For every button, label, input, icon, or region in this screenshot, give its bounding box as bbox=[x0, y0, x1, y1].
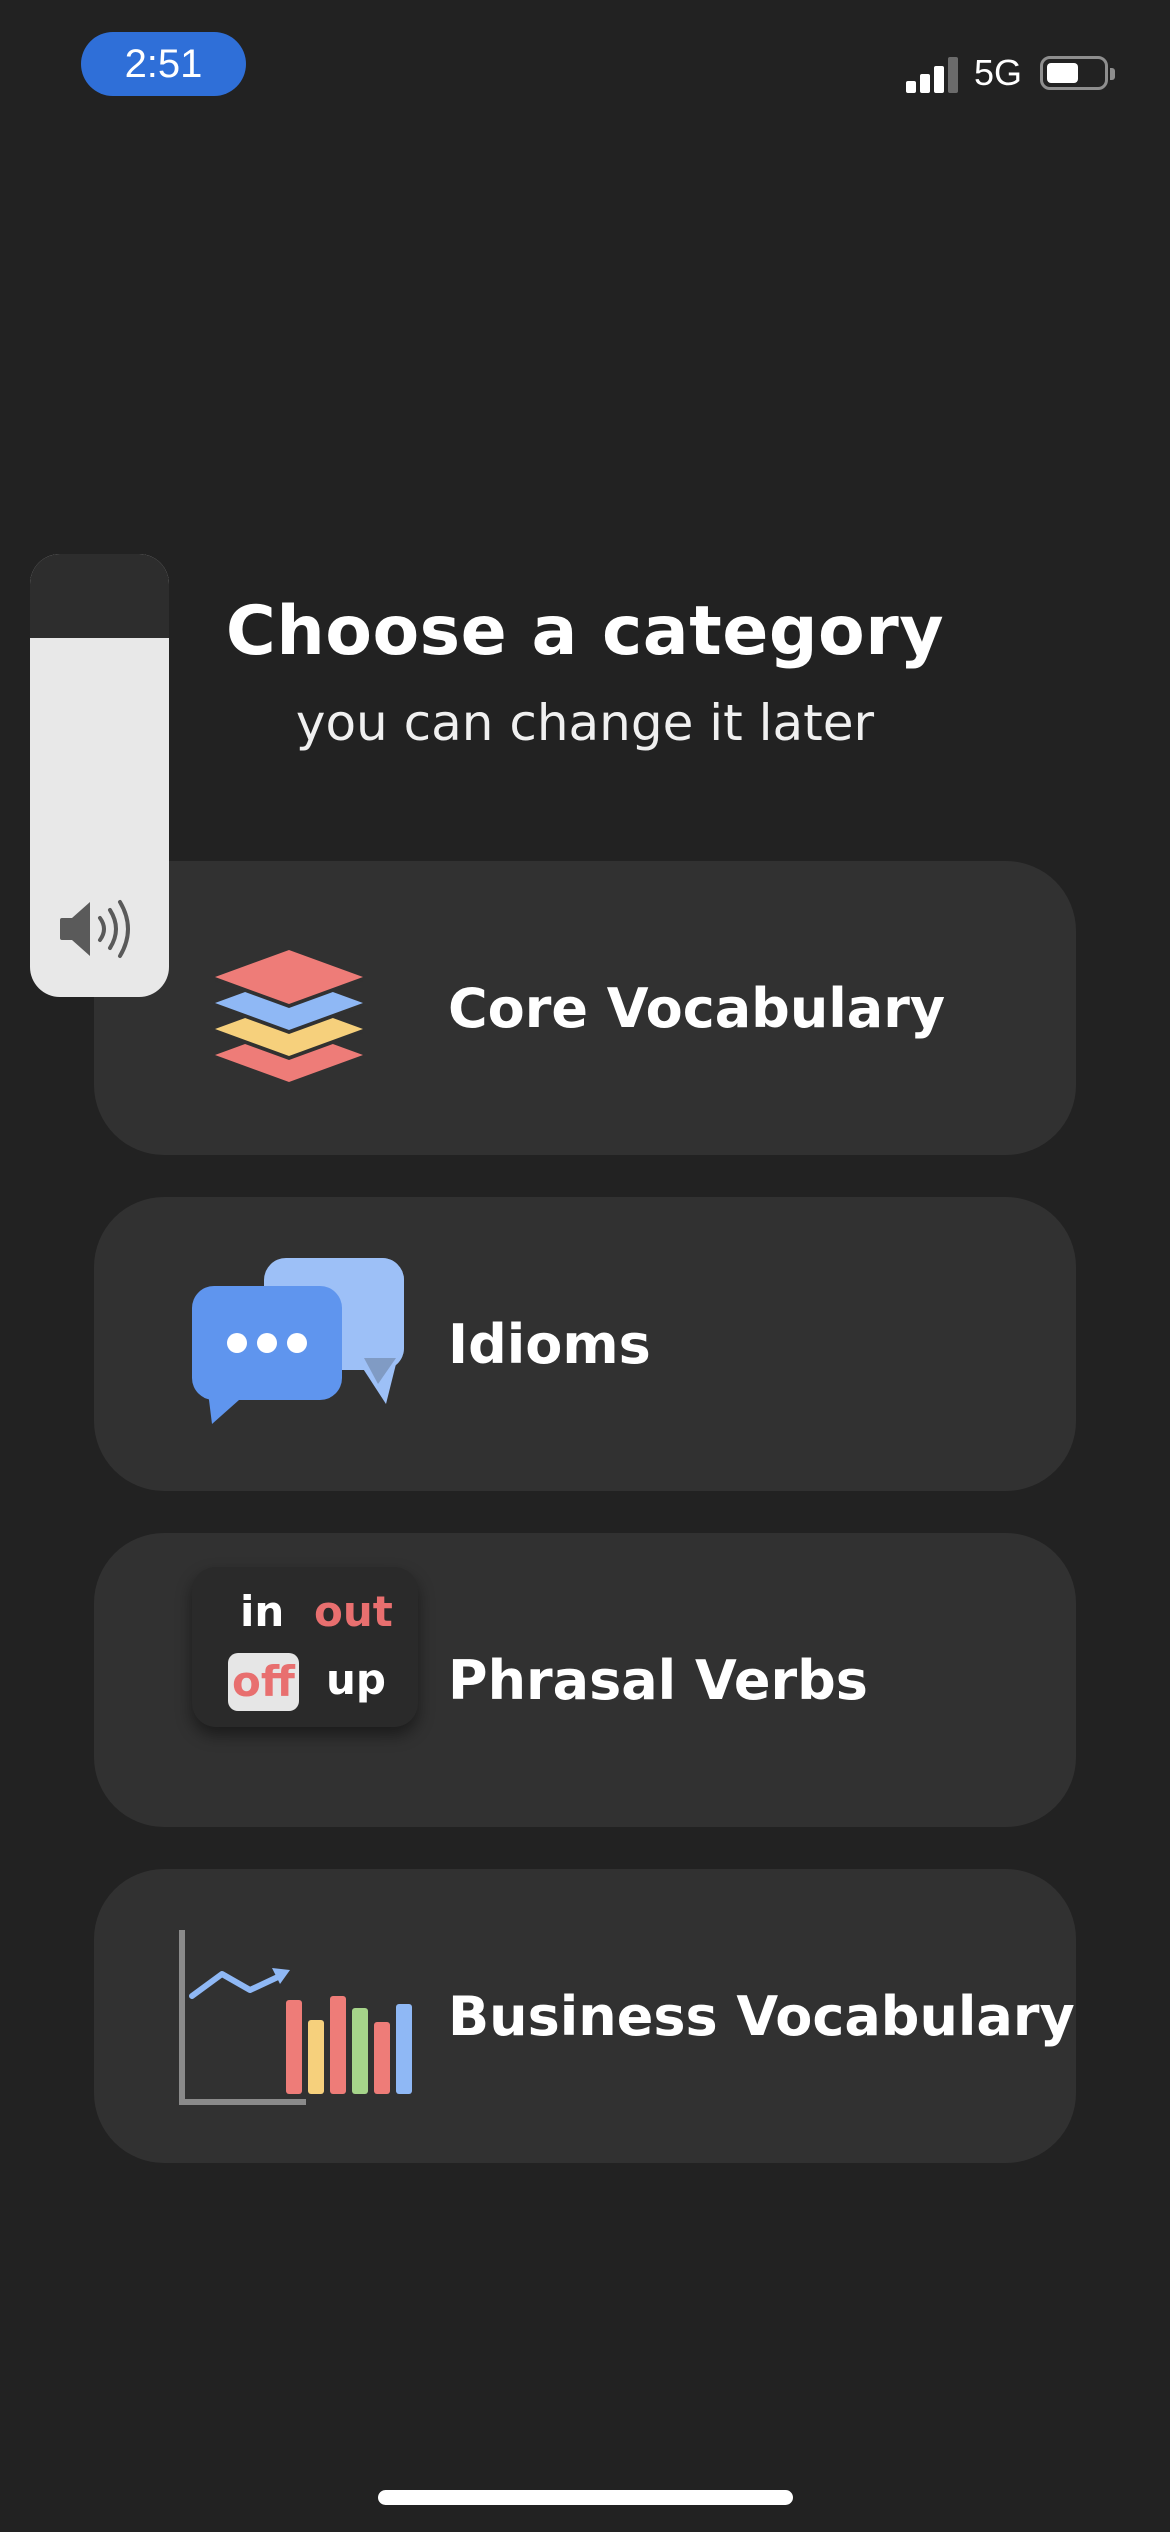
tile-word-in: in bbox=[240, 1587, 285, 1636]
bar-chart-icon bbox=[179, 1930, 412, 2105]
category-label: Core Vocabulary bbox=[448, 976, 946, 1040]
category-card-idioms[interactable]: Idioms bbox=[94, 1197, 1076, 1491]
volume-slider-empty-track bbox=[30, 554, 169, 638]
cellular-signal-icon bbox=[906, 55, 960, 93]
tile-word-off: off bbox=[228, 1653, 299, 1711]
home-indicator[interactable] bbox=[378, 2490, 793, 2505]
category-label: Phrasal Verbs bbox=[448, 1648, 868, 1712]
category-label: Business Vocabulary bbox=[448, 1984, 1075, 2048]
battery-icon bbox=[1040, 56, 1115, 90]
category-card-business-vocabulary[interactable]: Business Vocabulary bbox=[94, 1869, 1076, 2163]
status-bar: 2:51 5G bbox=[0, 0, 1170, 130]
network-type-label: 5G bbox=[974, 52, 1023, 93]
phrasal-verbs-tile-icon: in out off up bbox=[192, 1567, 418, 1727]
speaker-icon bbox=[60, 900, 130, 958]
tile-word-out: out bbox=[314, 1587, 393, 1636]
status-time[interactable]: 2:51 bbox=[81, 32, 246, 96]
chat-bubbles-icon bbox=[192, 1258, 404, 1424]
tile-word-up: up bbox=[326, 1655, 386, 1704]
volume-slider[interactable] bbox=[30, 554, 169, 997]
page-title: Choose a category bbox=[225, 592, 945, 671]
category-card-core-vocabulary[interactable]: Core Vocabulary bbox=[94, 861, 1076, 1155]
category-label: Idioms bbox=[448, 1312, 651, 1376]
category-card-phrasal-verbs[interactable]: in out off up Phrasal Verbs bbox=[94, 1533, 1076, 1827]
layers-stack-icon bbox=[215, 950, 363, 1082]
page-subtitle: you can change it later bbox=[295, 694, 875, 752]
